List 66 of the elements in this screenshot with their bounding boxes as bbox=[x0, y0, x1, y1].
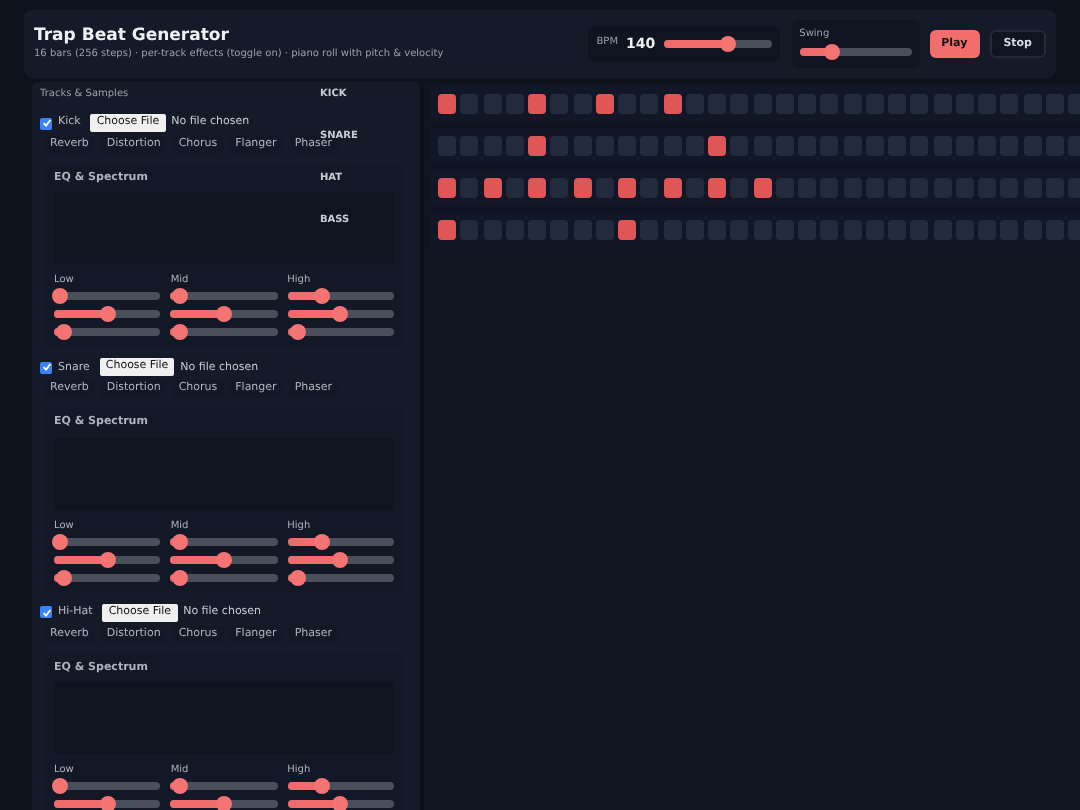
step-pad[interactable] bbox=[618, 220, 636, 240]
slider-thumb[interactable] bbox=[99, 551, 116, 567]
step-pad[interactable] bbox=[573, 178, 591, 198]
step-pad[interactable] bbox=[438, 220, 456, 240]
slider-thumb[interactable] bbox=[313, 288, 330, 305]
step-pad[interactable] bbox=[753, 178, 771, 198]
slider-thumb[interactable] bbox=[215, 551, 232, 567]
eq-slider[interactable] bbox=[54, 551, 161, 567]
eq-slider[interactable] bbox=[170, 324, 278, 341]
eq-slider[interactable] bbox=[170, 569, 278, 585]
track-checkbox[interactable] bbox=[40, 117, 52, 129]
slider-thumb[interactable] bbox=[313, 533, 330, 549]
eq-slider[interactable] bbox=[170, 777, 278, 794]
app-title: Trap Beat Generator bbox=[34, 25, 231, 48]
step-pad[interactable] bbox=[528, 178, 546, 198]
step-pad[interactable] bbox=[528, 94, 546, 114]
slider-thumb[interactable] bbox=[99, 306, 116, 323]
step-pad[interactable] bbox=[663, 178, 681, 198]
eq-slider[interactable] bbox=[170, 551, 278, 567]
slider-thumb[interactable] bbox=[99, 795, 116, 810]
eq-slider[interactable] bbox=[54, 288, 161, 305]
eq-slider[interactable] bbox=[54, 777, 161, 794]
step-pad[interactable] bbox=[663, 94, 681, 114]
slider-thumb[interactable] bbox=[171, 533, 188, 549]
step-pad[interactable] bbox=[483, 178, 501, 198]
slider-thumb[interactable] bbox=[171, 324, 188, 341]
track-checkbox[interactable] bbox=[40, 606, 52, 618]
track-checkbox[interactable] bbox=[40, 361, 52, 374]
slider-thumb[interactable] bbox=[215, 306, 232, 323]
eq-slider[interactable] bbox=[287, 551, 394, 567]
eq-slider[interactable] bbox=[170, 288, 278, 305]
slider-thumb[interactable] bbox=[289, 324, 306, 341]
eq-slider[interactable] bbox=[54, 569, 161, 585]
slider-thumb[interactable] bbox=[332, 551, 349, 567]
slider-thumb[interactable] bbox=[824, 43, 841, 60]
eq-slider[interactable] bbox=[287, 533, 394, 549]
slider-thumb[interactable] bbox=[332, 306, 349, 323]
slider-thumb[interactable] bbox=[171, 777, 188, 794]
slider-thumb[interactable] bbox=[56, 569, 73, 585]
eq-slider[interactable] bbox=[170, 795, 278, 810]
eq-slider[interactable] bbox=[54, 533, 161, 549]
step-pad[interactable] bbox=[438, 178, 456, 198]
slider-thumb[interactable] bbox=[171, 569, 188, 585]
slider-thumb[interactable] bbox=[313, 777, 330, 794]
eq-slider[interactable] bbox=[170, 533, 278, 549]
step-pad[interactable] bbox=[528, 136, 546, 156]
eq-slider[interactable] bbox=[54, 795, 161, 810]
slider-thumb[interactable] bbox=[289, 569, 306, 585]
step-pad[interactable] bbox=[438, 94, 456, 114]
slider-thumb[interactable] bbox=[332, 795, 349, 810]
slider-thumb[interactable] bbox=[720, 36, 737, 52]
eq-slider[interactable] bbox=[54, 324, 161, 341]
step-pad[interactable] bbox=[708, 136, 726, 156]
eq-slider[interactable] bbox=[287, 324, 394, 341]
slider-thumb[interactable] bbox=[171, 288, 188, 305]
slider-thumb[interactable] bbox=[51, 533, 68, 549]
eq-slider[interactable] bbox=[287, 569, 394, 585]
bpm-slider[interactable] bbox=[663, 36, 772, 52]
step-pad[interactable] bbox=[618, 178, 636, 198]
slider-thumb[interactable] bbox=[51, 288, 68, 305]
slider-thumb[interactable] bbox=[51, 777, 68, 794]
slider-thumb[interactable] bbox=[56, 324, 73, 341]
eq-slider[interactable] bbox=[287, 795, 394, 810]
step-pad[interactable] bbox=[595, 94, 614, 114]
step-pad[interactable] bbox=[708, 178, 726, 198]
slider-thumb[interactable] bbox=[215, 795, 232, 810]
